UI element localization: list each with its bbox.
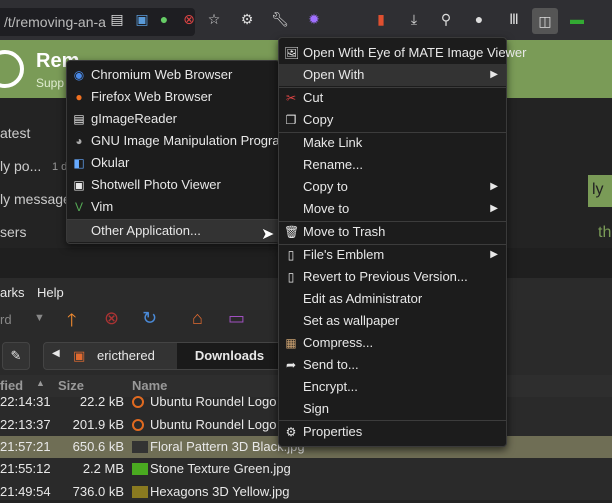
path-downloads[interactable]: Downloads [177, 343, 282, 369]
gimp-icon: ◕ [75, 134, 83, 148]
sidebar-icon[interactable]: ◫ [532, 8, 558, 34]
reader-icon[interactable]: ▤ [108, 10, 126, 28]
document-icon: ▯ [287, 248, 295, 262]
menu-bookmarks[interactable]: arks [0, 285, 25, 300]
image-thumb-icon [132, 486, 148, 498]
save-icon[interactable]: ▣ [133, 10, 151, 28]
reload-icon[interactable]: ↻ [142, 308, 157, 329]
extension-gear-icon[interactable]: ✹ [305, 10, 323, 28]
menu-item-firefox[interactable]: ● Firefox Web Browser [67, 86, 279, 108]
menu-item-other-application[interactable]: Other Application... [67, 220, 279, 242]
file-row[interactable]: 21:55:12 2.2 MB Stone Texture Green.jpg [0, 458, 612, 480]
trash-icon: 🗑︎ [284, 225, 300, 239]
ubuntu-logo-icon [132, 419, 144, 431]
menu-item-move-to[interactable]: Move to ▶ [279, 198, 506, 220]
menu-item-set-wallpaper[interactable]: Set as wallpaper [279, 310, 506, 332]
menu-item-move-to-trash[interactable]: 🗑︎ Move to Trash [279, 221, 506, 243]
download-icon[interactable]: ⤓ [405, 10, 423, 28]
computer-icon[interactable]: ▭ [228, 308, 245, 329]
gimagereader-icon: ▤ [73, 112, 85, 126]
extension-icon[interactable]: ▮ [372, 10, 390, 28]
chevron-right-icon: ▶ [490, 69, 498, 80]
globe-icon[interactable]: ● [155, 10, 173, 28]
document-icon: ▯ [287, 270, 295, 284]
blocker-icon[interactable]: ⊗ [180, 10, 198, 28]
forward-button[interactable]: rd [0, 312, 12, 327]
menu-item-send-to[interactable]: ➦ Send to... [279, 354, 506, 376]
chevron-right-icon: ▶ [490, 249, 498, 260]
image-viewer-icon: 🖼︎ [284, 46, 300, 60]
menu-item-gimp[interactable]: ◕ GNU Image Manipulation Program [67, 130, 290, 152]
menu-item-encrypt[interactable]: Encrypt... [279, 376, 506, 398]
search-icon[interactable]: ⚲ [437, 10, 455, 28]
print-icon[interactable]: ▬ [568, 10, 586, 28]
menu-item-copy-to[interactable]: Copy to ▶ [279, 176, 506, 198]
menu-item-compress[interactable]: ▦ Compress... [279, 332, 506, 354]
menu-item-copy[interactable]: ❐ Copy [279, 109, 506, 131]
menu-item-edit-admin[interactable]: Edit as Administrator [279, 288, 506, 310]
nav-latest[interactable]: atest [0, 125, 30, 141]
up-arrow-icon[interactable]: 🡑 [67, 308, 76, 338]
stop-icon[interactable]: ⊗ [104, 308, 119, 329]
wrench-icon[interactable]: 🔧︎ [271, 10, 289, 28]
open-with-submenu: ◉ Chromium Web Browser ● Firefox Web Brows… [66, 60, 290, 244]
menu-item-rename[interactable]: Rename... [279, 154, 506, 176]
context-menu: 🖼︎ Open With Eye of MATE Image Viewer Ope… [278, 37, 527, 447]
gear-icon: ⚙ [285, 425, 297, 439]
menu-help[interactable]: Help [37, 285, 64, 300]
menu-item-make-link[interactable]: Make Link [279, 132, 506, 154]
category-label[interactable]: Supp [36, 76, 64, 90]
image-thumb-icon [132, 441, 148, 453]
sort-up-icon: ▲ [36, 378, 45, 388]
path-left-arrow[interactable]: ◀ [52, 348, 60, 359]
send-icon: ➦ [285, 358, 297, 372]
menu-item-open-eom[interactable]: 🖼︎ Open With Eye of MATE Image Viewer [279, 42, 527, 64]
home-folder-icon: ▣ [73, 348, 86, 363]
vim-icon: V [74, 200, 83, 214]
menu-item-vim[interactable]: V Vim [67, 196, 279, 218]
chromium-icon: ◉ [73, 68, 85, 82]
image-thumb-icon [132, 463, 148, 475]
menu-item-properties[interactable]: ⚙ Properties [279, 421, 506, 443]
path-ericthered[interactable]: ericthered [97, 348, 155, 363]
nav-users[interactable]: sers [0, 224, 26, 240]
right-text: th [598, 224, 612, 241]
menu-item-emblem[interactable]: ▯ File's Emblem ▶ [279, 244, 506, 266]
firefox-icon: ● [75, 90, 83, 104]
home-folder-icon[interactable]: ⌂ [192, 308, 203, 329]
menu-item-chromium[interactable]: ◉ Chromium Web Browser [67, 64, 279, 86]
scissors-icon: ✂ [285, 91, 297, 105]
library-icon[interactable]: Ⅲ [505, 10, 523, 28]
menu-item-okular[interactable]: ◧ Okular [67, 152, 279, 174]
archive-icon: ▦ [285, 336, 297, 350]
menu-item-cut[interactable]: ✂ Cut [279, 87, 506, 109]
gear-icon[interactable]: ⚙ [238, 10, 256, 28]
bookmark-star-icon[interactable]: ☆ [205, 10, 223, 28]
extension-blob-icon[interactable]: ● [470, 10, 488, 28]
shotwell-icon: ▣ [73, 178, 85, 192]
menu-item-gimagereader[interactable]: ▤ gImageReader [67, 108, 279, 130]
reply-button[interactable]: ly [588, 175, 612, 207]
copy-icon: ❐ [285, 113, 297, 127]
menu-item-sign[interactable]: Sign [279, 398, 506, 420]
menu-item-open-with[interactable]: Open With ▶ [279, 64, 506, 86]
chevron-down-icon[interactable]: ▼ [34, 312, 45, 324]
edit-location-button[interactable]: ✎ [2, 342, 30, 370]
chevron-right-icon: ▶ [490, 203, 498, 214]
mouse-cursor-icon: ➤ [261, 226, 275, 243]
chevron-right-icon: ▶ [490, 181, 498, 192]
nav-posts[interactable]: ly po... [0, 158, 41, 174]
ubuntu-logo-icon [132, 396, 144, 408]
okular-icon: ◧ [73, 156, 85, 170]
menu-item-revert[interactable]: ▯ Revert to Previous Version... [279, 266, 506, 288]
menu-item-shotwell[interactable]: ▣ Shotwell Photo Viewer [67, 174, 279, 196]
